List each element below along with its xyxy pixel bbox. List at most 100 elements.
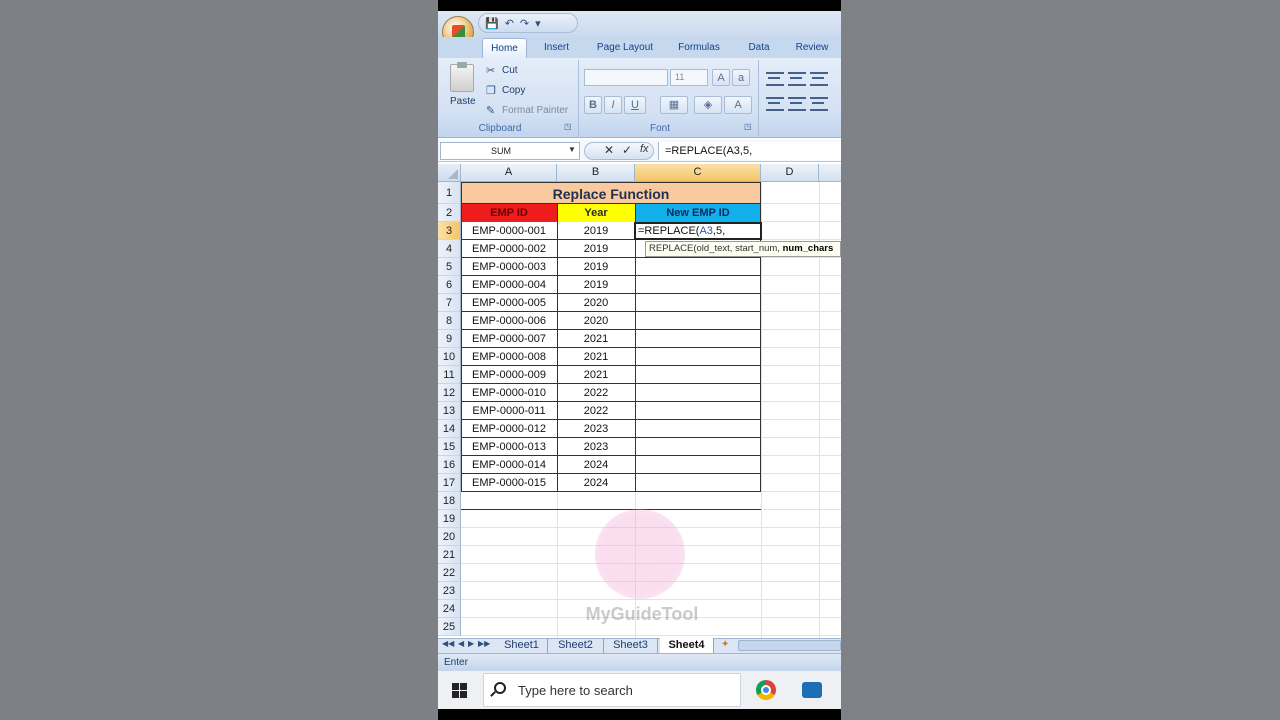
copy-button[interactable]: Copy (502, 85, 525, 96)
row-header[interactable]: 1 (438, 182, 461, 204)
column-header-a[interactable]: A (461, 164, 557, 182)
align-bottom-icon[interactable] (810, 72, 828, 86)
tab-home[interactable]: Home (482, 38, 527, 58)
align-right-icon[interactable] (810, 97, 828, 111)
cell-year[interactable]: 2021 (557, 348, 635, 366)
quick-assist-icon[interactable] (802, 682, 822, 698)
row-header[interactable]: 3 (438, 222, 461, 240)
cell-year[interactable]: 2019 (557, 276, 635, 294)
cell-year[interactable]: 2020 (557, 312, 635, 330)
redo-icon[interactable]: ↷ (520, 17, 529, 30)
row-header[interactable]: 9 (438, 330, 461, 348)
align-left-icon[interactable] (766, 97, 784, 111)
cell-year[interactable]: 2021 (557, 366, 635, 384)
last-sheet-icon[interactable]: ▶▶ (478, 639, 490, 648)
cell-year[interactable]: 2023 (557, 438, 635, 456)
taskbar-search-input[interactable]: Type here to search (483, 673, 741, 707)
cell-emp-id[interactable]: EMP-0000-003 (461, 258, 557, 276)
column-header-c[interactable]: C (635, 164, 761, 182)
cell-emp-id[interactable]: EMP-0000-008 (461, 348, 557, 366)
row-header[interactable]: 16 (438, 456, 461, 474)
tab-formulas[interactable]: Formulas (674, 38, 724, 58)
cell-emp-id[interactable]: EMP-0000-007 (461, 330, 557, 348)
tab-review[interactable]: Review (792, 38, 832, 58)
tab-page-layout[interactable]: Page Layout (592, 38, 658, 58)
sheet-tab-1[interactable]: Sheet1 (496, 638, 548, 653)
row-header[interactable]: 18 (438, 492, 461, 510)
shrink-font-icon[interactable]: a (732, 69, 750, 86)
prev-sheet-icon[interactable]: ◀ (458, 639, 464, 648)
sheet-tab-3[interactable]: Sheet3 (604, 638, 658, 653)
first-sheet-icon[interactable]: ◀◀ (442, 639, 454, 648)
cell-year[interactable]: 2019 (557, 240, 635, 258)
cut-button[interactable]: Cut (502, 65, 518, 76)
windows-start-icon[interactable] (452, 683, 467, 698)
font-size-select[interactable]: 11 (670, 69, 708, 86)
name-box-dropdown-icon[interactable]: ▼ (568, 145, 576, 154)
borders-icon[interactable]: ▦ (660, 96, 688, 114)
column-header-b[interactable]: B (557, 164, 635, 182)
select-all-corner[interactable] (438, 164, 461, 182)
header-new-emp-id[interactable]: New EMP ID (635, 204, 761, 222)
active-cell-c3[interactable]: =REPLACE(A3,5, (634, 222, 762, 240)
row-header[interactable]: 14 (438, 420, 461, 438)
tab-data[interactable]: Data (742, 38, 776, 58)
row-header[interactable]: 19 (438, 510, 461, 528)
cell-emp-id[interactable]: EMP-0000-006 (461, 312, 557, 330)
name-box[interactable]: SUM (440, 142, 580, 160)
tooltip-current-arg[interactable]: num_chars (783, 243, 834, 254)
cell-year[interactable]: 2022 (557, 402, 635, 420)
insert-sheet-icon[interactable]: ✦ (721, 639, 729, 650)
cell-emp-id[interactable]: EMP-0000-011 (461, 402, 557, 420)
cancel-icon[interactable]: ✕ (604, 143, 614, 157)
fill-color-icon[interactable]: ◈ (694, 96, 722, 114)
header-emp-id[interactable]: EMP ID (461, 204, 557, 222)
row-header[interactable]: 6 (438, 276, 461, 294)
row-header[interactable]: 15 (438, 438, 461, 456)
cell-year[interactable]: 2024 (557, 456, 635, 474)
title-cell[interactable]: Replace Function (461, 182, 761, 204)
cell-year[interactable]: 2019 (557, 258, 635, 276)
row-header[interactable]: 4 (438, 240, 461, 258)
cell-emp-id[interactable]: EMP-0000-014 (461, 456, 557, 474)
chrome-icon[interactable] (756, 680, 776, 700)
cell-year[interactable]: 2023 (557, 420, 635, 438)
paste-button[interactable]: Paste (450, 96, 476, 107)
cell-emp-id[interactable]: EMP-0000-009 (461, 366, 557, 384)
align-middle-icon[interactable] (788, 72, 806, 86)
row-header[interactable]: 13 (438, 402, 461, 420)
next-sheet-icon[interactable]: ▶ (468, 639, 474, 648)
align-top-icon[interactable] (766, 72, 784, 86)
horizontal-scrollbar[interactable] (738, 640, 841, 651)
undo-icon[interactable]: ↶ (505, 17, 514, 30)
cell-emp-id[interactable]: EMP-0000-005 (461, 294, 557, 312)
italic-button[interactable]: I (604, 96, 622, 114)
save-icon[interactable]: 💾 (485, 17, 499, 30)
row-header[interactable]: 7 (438, 294, 461, 312)
bold-button[interactable]: B (584, 96, 602, 114)
tab-insert[interactable]: Insert (534, 38, 579, 58)
cell-emp-id[interactable]: EMP-0000-001 (461, 222, 557, 240)
row-header[interactable]: 11 (438, 366, 461, 384)
row-header[interactable]: 23 (438, 582, 461, 600)
font-name-select[interactable] (584, 69, 668, 86)
sheet-tab-4[interactable]: Sheet4 (660, 638, 714, 653)
row-header[interactable]: 25 (438, 618, 461, 636)
paste-icon[interactable] (450, 62, 474, 92)
cell-emp-id[interactable]: EMP-0000-010 (461, 384, 557, 402)
font-color-icon[interactable]: A (724, 96, 752, 114)
row-header[interactable]: 21 (438, 546, 461, 564)
cell-emp-id[interactable]: EMP-0000-004 (461, 276, 557, 294)
row-header[interactable]: 5 (438, 258, 461, 276)
column-header-d[interactable]: D (761, 164, 819, 182)
cell-emp-id[interactable]: EMP-0000-012 (461, 420, 557, 438)
row-header[interactable]: 10 (438, 348, 461, 366)
customize-qat-icon[interactable]: ▾ (535, 17, 541, 30)
insert-function-icon[interactable]: fx (640, 143, 649, 155)
cell-year[interactable]: 2019 (557, 222, 635, 240)
cell-year[interactable]: 2022 (557, 384, 635, 402)
row-header[interactable]: 8 (438, 312, 461, 330)
cell-emp-id[interactable]: EMP-0000-015 (461, 474, 557, 492)
cell-emp-id[interactable]: EMP-0000-002 (461, 240, 557, 258)
row-header[interactable]: 22 (438, 564, 461, 582)
